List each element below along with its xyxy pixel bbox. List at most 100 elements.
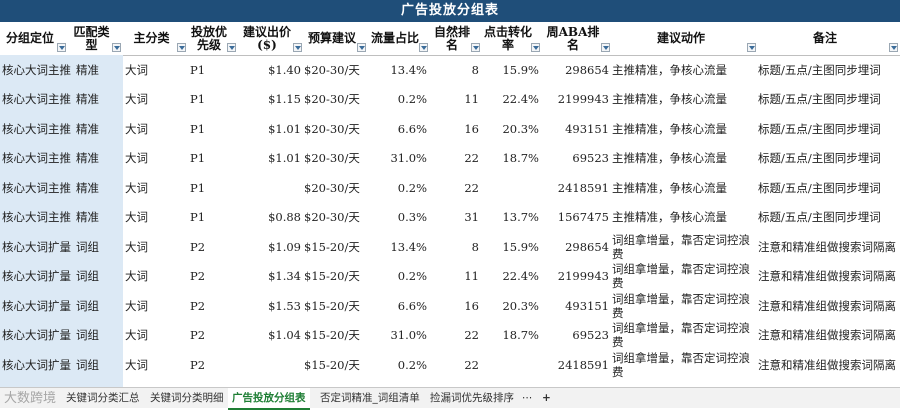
filter-dropdown-icon[interactable] [747, 43, 756, 52]
table-cell[interactable]: $20-30/天 [304, 144, 368, 174]
table-cell[interactable]: 大词 [123, 262, 190, 292]
filter-dropdown-icon[interactable] [419, 43, 428, 52]
table-cell[interactable]: $0.88 [238, 203, 304, 233]
filter-dropdown-icon[interactable] [177, 43, 186, 52]
column-header-4[interactable]: 投放优 先级 [188, 22, 238, 55]
table-cell[interactable]: 0.2% [368, 262, 430, 292]
table-cell[interactable]: 精准 [68, 85, 131, 115]
table-cell[interactable]: 2418591 [542, 173, 612, 203]
table-cell[interactable]: $1.01 [238, 114, 304, 144]
table-cell[interactable]: 核心大词扩量 [0, 232, 71, 262]
table-cell[interactable]: 主推精准，争核心流量 [612, 114, 758, 144]
table-cell[interactable]: 词组 [68, 350, 131, 380]
column-header-2[interactable]: 匹配类型 [68, 22, 123, 55]
table-cell[interactable]: 69523 [542, 144, 612, 174]
table-cell[interactable]: 主推精准，争核心流量 [612, 85, 758, 115]
table-cell[interactable]: 精准 [68, 144, 131, 174]
table-cell[interactable]: 22 [430, 173, 482, 203]
column-header-8[interactable]: 自然排名 [430, 22, 482, 55]
table-cell[interactable]: $20-30/天 [304, 85, 368, 115]
filter-dropdown-icon[interactable] [112, 43, 121, 52]
table-cell[interactable]: P1 [188, 203, 240, 233]
filter-dropdown-icon[interactable] [471, 43, 480, 52]
table-cell[interactable]: 11 [430, 262, 482, 292]
table-cell[interactable]: 标题/五点/主图同步埋词 [758, 55, 900, 85]
table-cell[interactable]: P1 [188, 114, 240, 144]
table-cell[interactable]: 精准 [68, 55, 131, 85]
table-cell[interactable]: 22 [430, 321, 482, 351]
table-cell[interactable]: 主推精准，争核心流量 [612, 144, 758, 174]
column-header-12[interactable]: 备注 [758, 22, 900, 55]
column-header-6[interactable]: 预算建议 [304, 22, 368, 55]
table-cell[interactable]: 词组 [68, 291, 131, 321]
table-cell[interactable]: 词组 [68, 262, 131, 292]
table-cell[interactable]: P2 [188, 350, 240, 380]
table-cell[interactable]: 精准 [68, 203, 131, 233]
column-header-11[interactable]: 建议动作 [612, 22, 758, 55]
table-cell[interactable]: P2 [188, 321, 240, 351]
table-cell[interactable] [482, 173, 542, 203]
table-cell[interactable]: P1 [188, 85, 240, 115]
table-cell[interactable]: 1567475 [542, 203, 612, 233]
column-header-5[interactable]: 建议出价 ($) [238, 22, 304, 55]
table-cell[interactable]: $1.15 [238, 85, 304, 115]
table-cell[interactable]: 标题/五点/主图同步埋词 [758, 173, 900, 203]
column-header-10[interactable]: 周ABA排名 [542, 22, 612, 55]
column-header-1[interactable]: 分组定位 [0, 22, 68, 55]
table-cell[interactable]: $20-30/天 [304, 203, 368, 233]
table-cell[interactable]: 18.7% [482, 144, 542, 174]
table-cell[interactable]: P2 [188, 232, 240, 262]
table-cell[interactable]: 大词 [123, 291, 190, 321]
table-cell[interactable]: 6.6% [368, 114, 430, 144]
table-cell[interactable]: 22 [430, 350, 482, 380]
table-cell[interactable]: $15-20/天 [304, 291, 368, 321]
table-cell[interactable]: 主推精准，争核心流量 [612, 173, 758, 203]
table-cell[interactable]: 核心大词主推 [0, 114, 71, 144]
table-cell[interactable]: 31.0% [368, 321, 430, 351]
table-cell[interactable]: 词组 [68, 232, 131, 262]
table-cell[interactable]: 大词 [123, 350, 190, 380]
table-cell[interactable]: 标题/五点/主图同步埋词 [758, 144, 900, 174]
table-cell[interactable]: $1.01 [238, 144, 304, 174]
sheet-tab[interactable]: 捡漏词优先级排序 [426, 388, 518, 408]
table-cell[interactable]: $1.34 [238, 262, 304, 292]
table-cell[interactable]: 13.4% [368, 232, 430, 262]
table-cell[interactable]: 2199943 [542, 85, 612, 115]
table-cell[interactable]: 标题/五点/主图同步埋词 [758, 203, 900, 233]
table-cell[interactable]: 核心大词主推 [0, 203, 71, 233]
table-cell[interactable]: $20-30/天 [304, 55, 368, 85]
table-cell[interactable]: 0.3% [368, 203, 430, 233]
table-cell[interactable]: 注意和精准组做搜索词隔离 [758, 262, 900, 292]
table-cell[interactable]: $15-20/天 [304, 262, 368, 292]
table-cell[interactable]: 词组拿增量，靠否定词控浪费 [612, 321, 758, 351]
table-cell[interactable]: 核心大词扩量 [0, 321, 71, 351]
table-cell[interactable]: 大词 [123, 321, 190, 351]
table-cell[interactable]: P1 [188, 173, 240, 203]
column-header-3[interactable]: 主分类 [123, 22, 188, 55]
table-cell[interactable]: 大词 [123, 203, 190, 233]
table-cell[interactable] [238, 173, 304, 203]
table-cell[interactable]: 8 [430, 232, 482, 262]
table-cell[interactable]: 大词 [123, 114, 190, 144]
table-cell[interactable]: 标题/五点/主图同步埋词 [758, 114, 900, 144]
filter-dropdown-icon[interactable] [531, 43, 540, 52]
filter-dropdown-icon[interactable] [227, 43, 236, 52]
table-cell[interactable]: 15.9% [482, 55, 542, 85]
table-cell[interactable]: 18.7% [482, 321, 542, 351]
table-cell[interactable]: 20.3% [482, 114, 542, 144]
table-cell[interactable]: 精准 [68, 173, 131, 203]
table-cell[interactable]: 22 [430, 144, 482, 174]
sheet-tab[interactable]: 广告投放分组表 [228, 388, 310, 410]
table-cell[interactable]: 22.4% [482, 262, 542, 292]
sheet-tab[interactable]: 关键词分类汇总 [62, 388, 144, 408]
filter-dropdown-icon[interactable] [889, 43, 898, 52]
table-cell[interactable]: 13.7% [482, 203, 542, 233]
table-cell[interactable]: 2199943 [542, 262, 612, 292]
table-cell[interactable]: $15-20/天 [304, 232, 368, 262]
table-cell[interactable]: 核心大词主推 [0, 55, 71, 85]
table-cell[interactable]: 13.4% [368, 55, 430, 85]
table-cell[interactable]: 主推精准，争核心流量 [612, 55, 758, 85]
table-cell[interactable]: 注意和精准组做搜索词隔离 [758, 321, 900, 351]
table-cell[interactable]: 标题/五点/主图同步埋词 [758, 85, 900, 115]
table-cell[interactable]: $15-20/天 [304, 321, 368, 351]
